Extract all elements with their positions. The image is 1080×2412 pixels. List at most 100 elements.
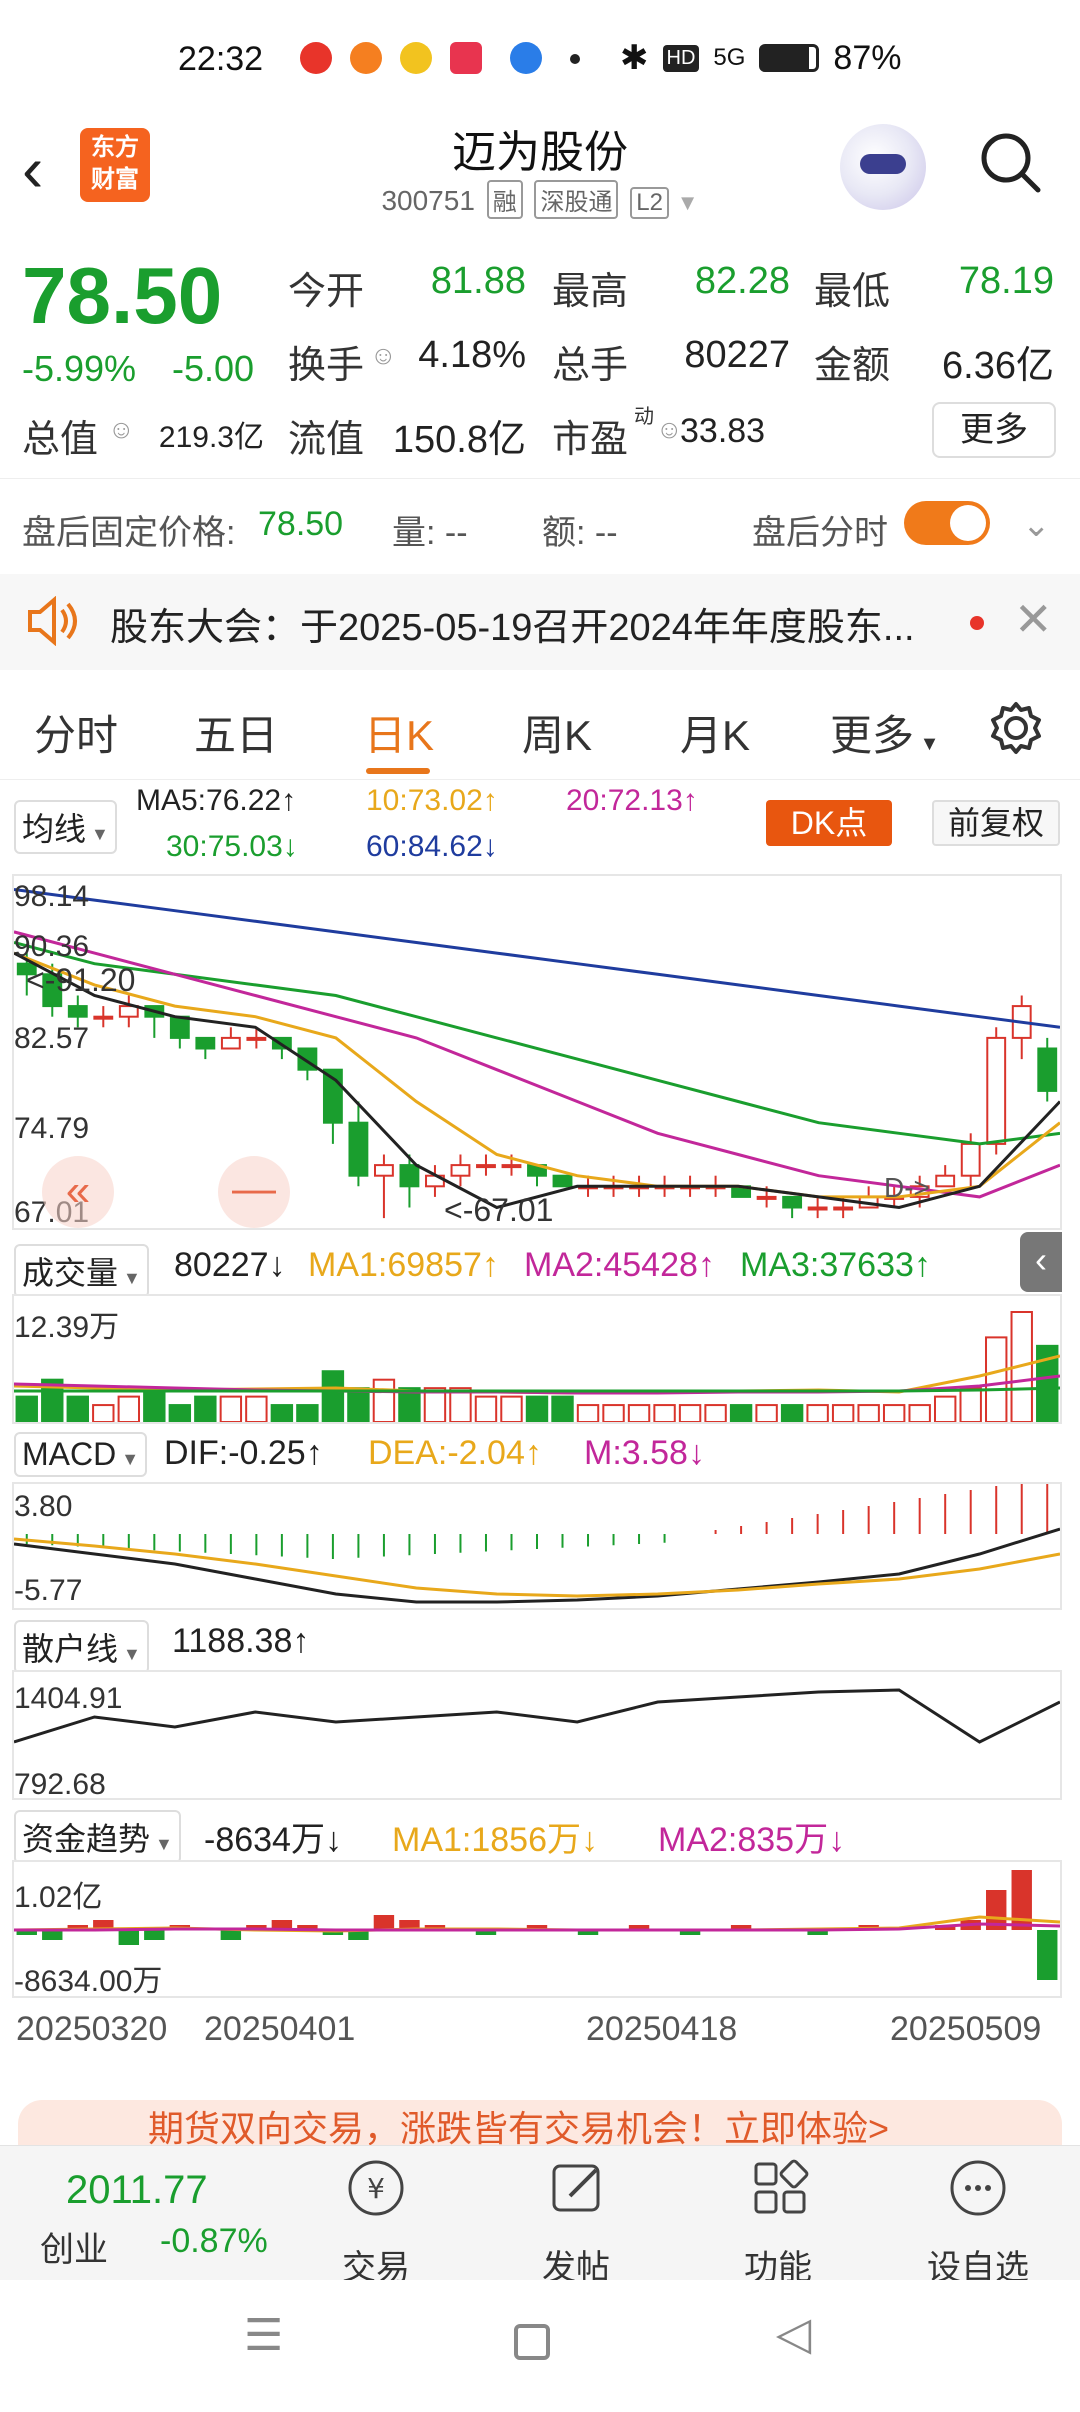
ma30-legend: 30:75.03↓ <box>166 830 298 863</box>
ma20-line <box>13 930 1061 1199</box>
volume-chart[interactable] <box>12 1294 1062 1424</box>
pe-label: 市盈 <box>552 419 629 461</box>
volume-bar <box>857 1404 880 1423</box>
volume-value: 80227↓ <box>174 1246 286 1284</box>
chevron-down-icon: ▼ <box>150 1834 173 1854</box>
tab-more-label: 更多 <box>830 712 915 759</box>
back-nav-icon[interactable]: ◁ <box>776 2306 811 2360</box>
macd-svg <box>13 1478 1061 1604</box>
assistant-robot-icon[interactable] <box>840 124 926 210</box>
fund-svg <box>13 1870 1061 1980</box>
fund-chart[interactable] <box>12 1860 1062 1998</box>
y-axis-label: 82.57 <box>14 1022 90 1055</box>
info-icon[interactable]: ☺ <box>656 414 683 445</box>
more-button[interactable]: 更多 <box>932 402 1056 458</box>
chevron-down-icon[interactable]: ⌄ <box>1022 505 1051 545</box>
tag-l2: L2 <box>630 187 669 219</box>
function-icon[interactable] <box>748 2156 812 2220</box>
volume-bar <box>296 1404 319 1423</box>
turnover-label: 换手 <box>288 345 365 387</box>
gear-icon[interactable] <box>988 700 1044 756</box>
low-value: 78.19 <box>958 260 1054 302</box>
ma5-legend: MA5:76.22↑ <box>136 784 297 817</box>
current-price: 78.50 <box>22 251 223 340</box>
volume-bar <box>908 1404 931 1423</box>
candle-body <box>833 1206 854 1211</box>
candle-body <box>373 1164 394 1177</box>
candle-body <box>195 1036 216 1050</box>
adjust-button[interactable]: 前复权 <box>932 800 1060 846</box>
volume-selector[interactable]: 成交量 ▼ <box>14 1244 149 1298</box>
volume-bar <box>92 1404 115 1423</box>
volume-bar <box>500 1395 523 1424</box>
tab-more[interactable]: 更多 ▼ <box>830 702 939 763</box>
info-icon[interactable]: ☺ <box>108 414 135 445</box>
close-icon[interactable]: ✕ <box>1014 592 1053 646</box>
candle-body <box>450 1164 471 1177</box>
macd-selector[interactable]: MACD ▼ <box>14 1432 148 1477</box>
tab-monthly-k[interactable]: 月K <box>680 702 750 763</box>
index-value[interactable]: 2011.77 <box>66 2168 208 2213</box>
macd-selector-label: MACD <box>22 1436 117 1472</box>
ma60-legend: 60:84.62↓ <box>366 830 498 863</box>
candle-body <box>935 1174 956 1188</box>
float-value: 150.8亿 <box>392 419 526 461</box>
home-icon[interactable] <box>514 2324 550 2360</box>
tab-daily-k[interactable]: 日K <box>364 702 434 763</box>
clock: 22:32 <box>178 40 264 78</box>
trade-icon[interactable]: ¥ <box>344 2156 408 2220</box>
candle-body <box>986 1036 1007 1145</box>
info-icon[interactable]: ☺ <box>370 340 397 371</box>
menu-icon[interactable]: ☰ <box>244 2310 283 2361</box>
post-icon[interactable] <box>546 2156 610 2220</box>
system-nav-bar: ☰ ◁ <box>0 2280 1080 2412</box>
bluetooth-icon: ✱ <box>620 39 649 77</box>
fund-bar <box>144 1930 165 1940</box>
app-notification-icon <box>300 42 332 74</box>
index-name[interactable]: 创业 <box>40 2222 108 2271</box>
macd-chart[interactable] <box>12 1478 1062 1610</box>
volume-bar <box>882 1404 906 1423</box>
candle-body <box>67 1005 88 1018</box>
tab-intraday[interactable]: 分时 <box>34 702 118 763</box>
candle-body <box>169 1015 190 1039</box>
volume-bar <box>831 1404 855 1423</box>
date-label: 20250509 <box>890 2010 1042 2048</box>
volume-bar <box>806 1404 829 1423</box>
max-price-label: <-91.20 <box>26 962 136 998</box>
signal-icon: 5G <box>713 44 746 71</box>
volume-bar <box>551 1395 574 1424</box>
after-hours-toggle[interactable] <box>904 501 990 545</box>
tab-five-day[interactable]: 五日 <box>194 702 278 763</box>
scroll-left-icon[interactable]: « <box>42 1156 114 1228</box>
volume-bar <box>219 1395 243 1424</box>
collapse-icon[interactable]: ‹ <box>1020 1232 1062 1292</box>
fund-bar <box>220 1930 242 1940</box>
chevron-down-icon: ▼ <box>676 190 699 215</box>
retail-selector[interactable]: 散户线 ▼ <box>14 1620 149 1674</box>
amount-label: 金额 <box>814 345 891 387</box>
candle-body <box>348 1121 369 1177</box>
volume-bar <box>15 1395 38 1424</box>
dk-point-button[interactable]: DK点 <box>766 800 892 846</box>
tab-weekly-k[interactable]: 周K <box>522 702 592 763</box>
notice-bar[interactable]: 股东大会：于2025-05-19召开2024年年度股东... ✕ <box>0 574 1080 670</box>
volume-bar <box>653 1404 676 1423</box>
add-watchlist-icon[interactable] <box>946 2156 1010 2220</box>
promo-banner[interactable]: 期货双向交易，涨跌皆有交易机会！立即体验> <box>18 2100 1062 2148</box>
fund-bar <box>1037 1930 1058 1980</box>
fund-selector[interactable]: 资金趋势 ▼ <box>14 1810 181 1864</box>
zoom-out-icon[interactable]: — <box>218 1156 290 1228</box>
pe-superscript: 动 <box>634 406 654 428</box>
mcap-value: 219.3亿 <box>158 421 264 454</box>
y-axis-label: 98.14 <box>14 880 90 913</box>
fund-bar <box>118 1930 140 1945</box>
turnover-value: 4.18% <box>418 334 526 376</box>
stock-header: ‹ 东方 财富 迈为股份 300751 融 深股通 L2 ▼ <box>0 110 1080 230</box>
search-icon[interactable] <box>978 130 1042 194</box>
amount-value: 6.36亿 <box>942 345 1054 387</box>
index-change[interactable]: -0.87% <box>160 2222 268 2261</box>
retail-chart[interactable] <box>12 1670 1062 1800</box>
banner-text: 期货双向交易，涨跌皆有交易机会！立即体验> <box>148 2108 890 2148</box>
ma-selector[interactable]: 均线 ▼ <box>14 800 117 854</box>
